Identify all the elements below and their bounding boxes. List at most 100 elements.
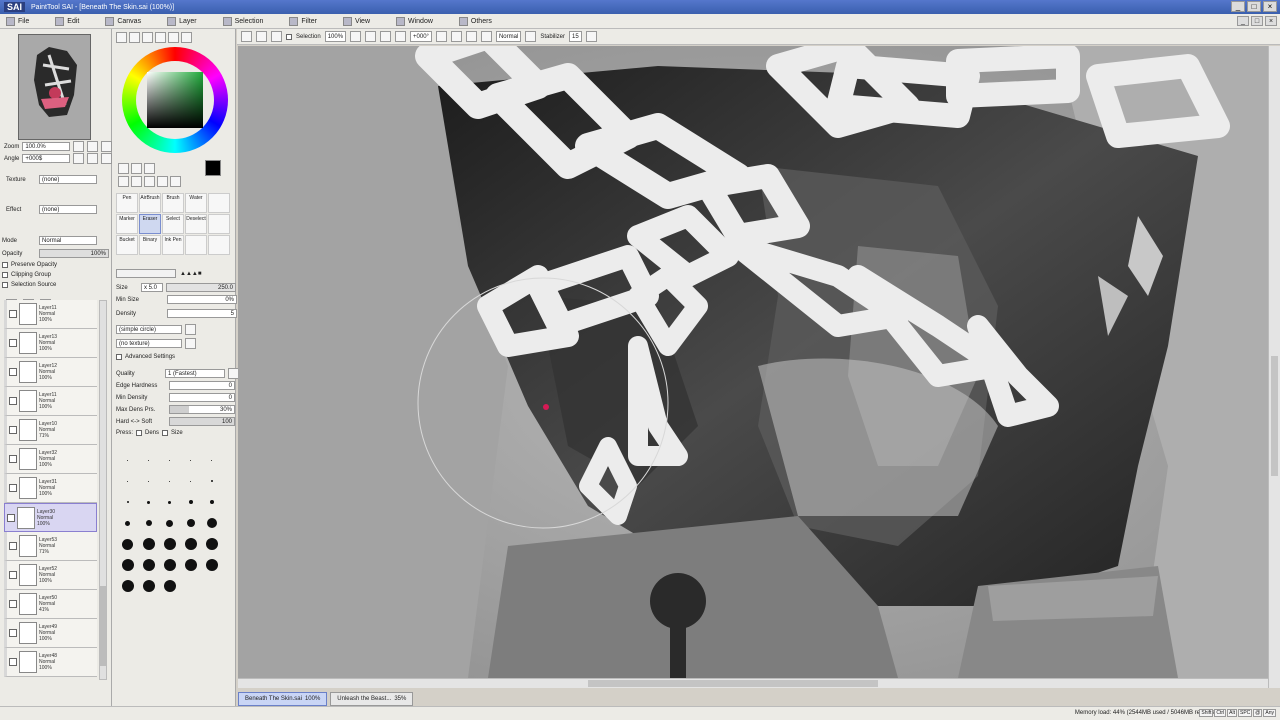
visibility-eye-icon[interactable] [9, 455, 17, 463]
rotate-reset-icon[interactable] [465, 31, 477, 42]
rect-select-icon[interactable] [118, 163, 129, 174]
rgb-slider-mode-icon[interactable] [129, 32, 140, 43]
move-icon[interactable] [118, 176, 129, 187]
layer-row[interactable]: Layer13 Normal 100% [4, 329, 97, 358]
size-slider[interactable]: 250.0 [166, 283, 236, 292]
blend-mode-select[interactable]: Normal [39, 236, 97, 245]
zoom-out-icon[interactable] [350, 31, 362, 42]
zoom-fit-icon[interactable] [395, 31, 407, 42]
opacity-slider[interactable]: 100% [39, 249, 109, 258]
size-preset[interactable] [180, 536, 201, 552]
menu-view[interactable]: View [343, 17, 370, 26]
size-preset[interactable] [159, 578, 180, 594]
doc-restore-button[interactable]: □ [1251, 16, 1263, 26]
size-multiplier[interactable]: x 5.0 [141, 283, 163, 292]
tip-shape-icon[interactable]: ▲▲▲■ [180, 271, 201, 277]
layer-row[interactable]: Layer11 Normal 100% [4, 300, 97, 329]
layer-list-scrollbar[interactable] [99, 300, 107, 680]
tool-slot[interactable]: Marker [116, 214, 138, 234]
swatches-mode-icon[interactable] [168, 32, 179, 43]
size-preset[interactable] [138, 494, 159, 510]
color-wheel[interactable] [122, 47, 228, 153]
visibility-eye-icon[interactable] [9, 339, 17, 347]
hand-icon[interactable] [157, 176, 168, 187]
menu-canvas[interactable]: Canvas [105, 17, 141, 26]
open-icon[interactable] [256, 31, 267, 42]
nav-zoom-in-icon[interactable] [87, 141, 99, 152]
brush-tip-select[interactable] [116, 269, 176, 278]
selection-source-checkbox[interactable] [2, 282, 8, 288]
size-preset[interactable] [138, 515, 159, 531]
maximize-button[interactable]: □ [1247, 1, 1261, 12]
layer-scroll-thumb[interactable] [100, 586, 106, 666]
doc-minimize-button[interactable]: _ [1237, 16, 1249, 26]
nav-zoom-out-icon[interactable] [73, 141, 85, 152]
color-wheel-mode-icon[interactable] [116, 32, 127, 43]
saturation-value-square[interactable] [147, 72, 203, 128]
nav-rotate-left-icon[interactable] [73, 153, 85, 164]
tool-slot[interactable]: Binary [139, 235, 161, 255]
save-icon[interactable] [271, 31, 282, 42]
v-scroll-thumb[interactable] [1271, 356, 1278, 476]
layer-row[interactable]: Layer53 Normal 71% [4, 532, 97, 561]
tool-slot[interactable]: AirBrush [139, 193, 161, 213]
visibility-eye-icon[interactable] [9, 426, 17, 434]
lasso-icon[interactable] [131, 163, 142, 174]
max-dens-prs-slider[interactable]: 30% [169, 405, 235, 414]
zoom-reset-icon[interactable] [380, 31, 392, 42]
size-preset[interactable] [138, 557, 159, 573]
nav-rotate-reset-icon[interactable] [101, 153, 113, 164]
clipping-group-checkbox[interactable] [2, 272, 8, 278]
size-preset[interactable] [117, 473, 138, 489]
brush-texture-select[interactable]: (no texture) [116, 339, 182, 348]
size-preset[interactable] [117, 557, 138, 573]
edge-hardness-slider[interactable]: 0 [169, 381, 235, 390]
scratchpad-mode-icon[interactable] [181, 32, 192, 43]
mode-select[interactable]: Normal [495, 31, 522, 42]
new-canvas-icon[interactable] [241, 31, 252, 42]
tool-slot[interactable] [185, 235, 207, 255]
tab-unleash-the-beast[interactable]: Unleash the Beast... 35% [330, 692, 414, 706]
tool-slot[interactable]: Ink Pen [162, 235, 184, 255]
menu-window[interactable]: Window [396, 17, 433, 26]
size-preset[interactable] [117, 452, 138, 468]
size-preset[interactable] [201, 473, 222, 489]
nav-rotate-right-icon[interactable] [87, 153, 99, 164]
tool-slot[interactable]: Brush [162, 193, 184, 213]
menu-edit[interactable]: Edit [55, 17, 79, 26]
rotate-right-icon[interactable] [450, 31, 462, 42]
visibility-eye-icon[interactable] [9, 397, 17, 405]
visibility-eye-icon[interactable] [9, 310, 17, 318]
rotate-icon[interactable] [144, 176, 155, 187]
tab-beneath-the-skin[interactable]: Beneath The Skin.sai 100% [238, 692, 328, 706]
visibility-eye-icon[interactable] [9, 542, 17, 550]
color-mixer-mode-icon[interactable] [155, 32, 166, 43]
tool-slot[interactable]: Water [185, 193, 207, 213]
tool-slot[interactable]: Deselect [185, 214, 207, 234]
size-preset[interactable] [117, 494, 138, 510]
stabilizer-dropdown-icon[interactable] [585, 31, 597, 42]
tool-slot[interactable]: Pen [116, 193, 138, 213]
zoom-field[interactable]: 100% [324, 31, 347, 42]
size-preset[interactable] [117, 578, 138, 594]
eyedropper-icon[interactable] [170, 176, 181, 187]
navigator-preview[interactable] [18, 34, 91, 140]
size-preset[interactable] [180, 494, 201, 510]
flip-icon[interactable] [480, 31, 492, 42]
hard-soft-slider[interactable]: 100 [169, 417, 235, 426]
quality-select[interactable]: 1 (Fastest) [165, 369, 225, 378]
foreground-color-swatch[interactable] [205, 160, 221, 176]
size-preset[interactable] [201, 494, 222, 510]
layer-row[interactable]: Layer32 Normal 100% [4, 445, 97, 474]
size-preset[interactable] [117, 515, 138, 531]
menu-filter[interactable]: Filter [289, 17, 317, 26]
navigator-zoom-field[interactable]: 100.0% [22, 142, 71, 151]
size-preset[interactable] [201, 557, 222, 573]
nav-zoom-reset-icon[interactable] [101, 141, 113, 152]
size-preset[interactable] [159, 494, 180, 510]
size-preset[interactable] [159, 536, 180, 552]
hsv-slider-mode-icon[interactable] [142, 32, 153, 43]
pressure-size-checkbox[interactable] [162, 430, 169, 436]
brush-texture-dropdown-icon[interactable] [185, 338, 196, 349]
doc-close-button[interactable]: × [1265, 16, 1277, 26]
